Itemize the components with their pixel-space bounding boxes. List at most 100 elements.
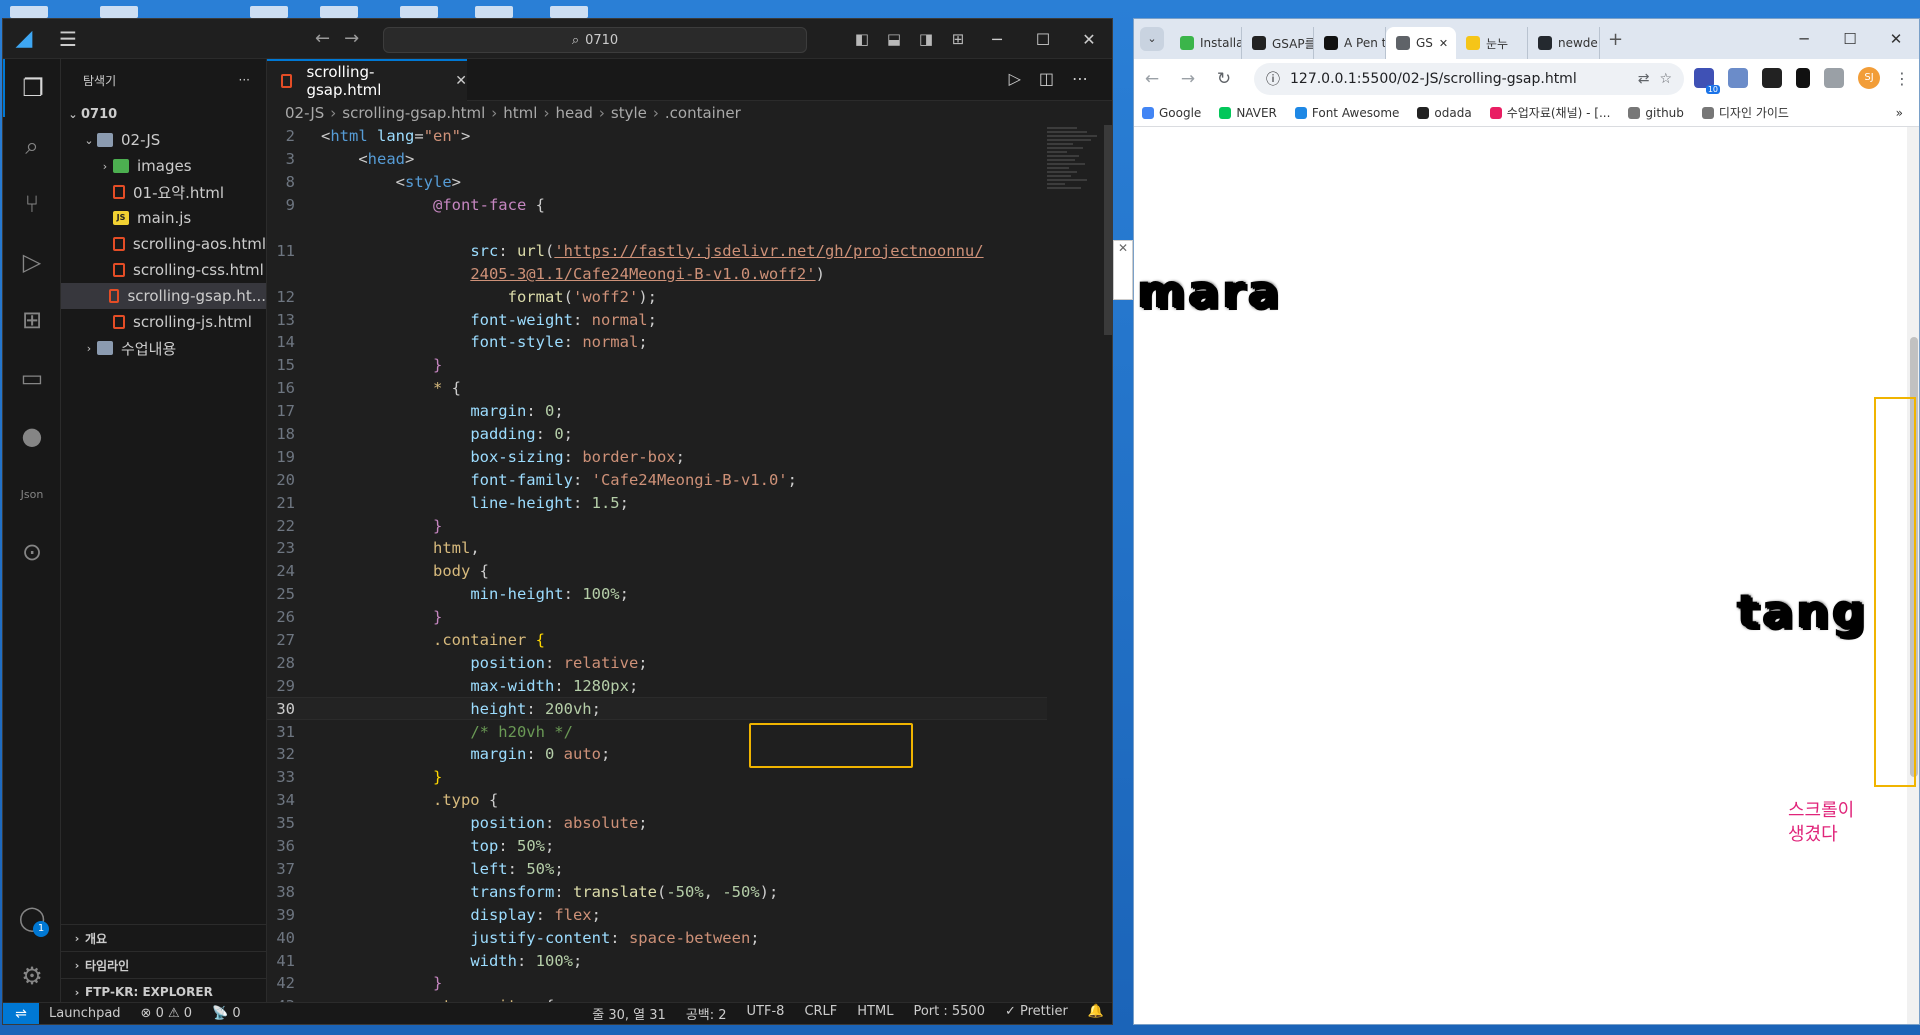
menu-icon[interactable]: ☰ — [59, 27, 85, 51]
bookmark-star-icon[interactable]: ☆ — [1659, 71, 1672, 87]
extension-icon[interactable] — [1728, 68, 1748, 88]
explorer-icon[interactable]: ❐ — [3, 59, 61, 117]
code-line[interactable]: 19 box-sizing: border-box; — [267, 445, 1047, 468]
extensions-icon[interactable]: ⊞ — [3, 291, 61, 349]
code-line[interactable]: 31 /* h20vh */ — [267, 720, 1047, 743]
code-line[interactable]: 36 top: 50%; — [267, 835, 1047, 858]
toggle-sidebar-icon[interactable]: ◧ — [846, 30, 878, 48]
browser-tab[interactable]: A Pen t — [1314, 27, 1386, 59]
code-line[interactable]: 9 @font-face { — [267, 194, 1047, 217]
desktop-icon[interactable] — [550, 6, 588, 18]
code-line[interactable]: 41 width: 100%; — [267, 949, 1047, 972]
launchpad-status[interactable]: Launchpad — [39, 1006, 131, 1021]
prettier-status[interactable]: ✓ Prettier — [995, 1004, 1078, 1023]
file-tree-item[interactable]: ⌄ 02-JS — [61, 127, 266, 153]
more-actions-icon[interactable]: ··· — [239, 73, 250, 87]
code-line[interactable]: 13 font-weight: normal; — [267, 308, 1047, 331]
side-panel-close[interactable]: ✕ — [1113, 240, 1133, 300]
file-tree-item[interactable]: scrolling-js.html — [61, 309, 266, 335]
search-icon[interactable]: ⌕ — [3, 117, 61, 175]
problems-status[interactable]: ⊗ 0 ⚠ 0 — [131, 1006, 203, 1021]
file-tree-item[interactable]: scrolling-css.html — [61, 257, 266, 283]
extensions-puzzle-icon[interactable] — [1824, 68, 1844, 88]
code-line[interactable]: 20 font-family: 'Cafe24Meongi-B-v1.0'; — [267, 468, 1047, 491]
code-line[interactable]: 12 format('woff2'); — [267, 285, 1047, 308]
maximize-button[interactable]: ☐ — [1827, 30, 1873, 48]
indentation-status[interactable]: 공백: 2 — [676, 1004, 737, 1023]
code-line[interactable]: 17 margin: 0; — [267, 400, 1047, 423]
maximize-button[interactable]: ☐ — [1020, 30, 1066, 49]
desktop-icon[interactable] — [400, 6, 438, 18]
eol-status[interactable]: CRLF — [794, 1004, 847, 1023]
site-info-icon[interactable]: ⓘ — [1266, 69, 1280, 89]
ports-status[interactable]: 📡 0 — [202, 1006, 251, 1021]
encoding-status[interactable]: UTF-8 — [737, 1004, 795, 1023]
code-line[interactable]: 34 .typo { — [267, 789, 1047, 812]
sidebar-section-header[interactable]: › FTP-KR: EXPLORER — [61, 978, 267, 1005]
json-icon[interactable]: Json — [3, 465, 61, 523]
translate-icon[interactable]: ⇄ — [1638, 71, 1650, 87]
extension-icon[interactable]: 10 — [1694, 68, 1720, 94]
code-line[interactable]: 2405-3@1.1/Cafe24Meongi-B-v1.0.woff2') — [267, 262, 1047, 285]
code-line[interactable]: 32 margin: 0 auto; — [267, 743, 1047, 766]
code-line[interactable]: 21 line-height: 1.5; — [267, 491, 1047, 514]
code-line[interactable]: 30 height: 200vh; — [267, 697, 1047, 721]
code-line[interactable] — [267, 217, 1047, 240]
close-button[interactable]: ✕ — [1066, 30, 1112, 49]
run-icon[interactable]: ▷ — [1009, 69, 1039, 88]
file-tree-item[interactable]: scrolling-aos.html — [61, 231, 266, 257]
breadcrumb-item[interactable]: html — [503, 104, 537, 122]
github-icon[interactable]: ● — [3, 407, 61, 465]
code-line[interactable]: 39 display: flex; — [267, 903, 1047, 926]
browser-tab[interactable]: Installa — [1170, 27, 1242, 59]
sidebar-section-header[interactable]: › 개요 — [61, 924, 267, 951]
code-line[interactable]: 27 .container { — [267, 629, 1047, 652]
address-bar[interactable]: ⓘ 127.0.0.1:5500/02-JS/scrolling-gsap.ht… — [1254, 63, 1684, 95]
tab-search-icon[interactable]: ⌄ — [1140, 27, 1164, 51]
code-line[interactable]: 35 position: absolute; — [267, 812, 1047, 835]
live-server-port[interactable]: Port : 5500 — [903, 1004, 995, 1023]
file-tree-item[interactable]: 01-요약.html — [61, 179, 266, 205]
reload-icon[interactable]: ↻ — [1206, 69, 1242, 89]
code-line[interactable]: 16 * { — [267, 377, 1047, 400]
back-icon[interactable]: ← — [1134, 69, 1170, 89]
remote-indicator-icon[interactable]: ⇌ — [3, 1002, 39, 1024]
bookmark-item[interactable]: Font Awesome — [1294, 106, 1399, 120]
cursor-position[interactable]: 줄 30, 열 31 — [582, 1004, 676, 1023]
breadcrumb-item[interactable]: head — [555, 104, 592, 122]
code-line[interactable]: 22 } — [267, 514, 1047, 537]
git-graph-icon[interactable]: ⊙ — [3, 523, 61, 581]
code-line[interactable]: 2 <html lang="en"> — [267, 125, 1047, 148]
minimize-button[interactable]: ─ — [974, 30, 1020, 49]
toggle-secondary-sidebar-icon[interactable]: ◨ — [910, 30, 942, 48]
code-line[interactable]: 24 body { — [267, 560, 1047, 583]
account-icon[interactable]: ◯ 1 — [3, 889, 61, 947]
bookmark-item[interactable]: Google — [1142, 106, 1201, 120]
code-line[interactable]: 14 font-style: normal; — [267, 331, 1047, 354]
nav-arrows[interactable]: ←→ — [315, 28, 373, 49]
forward-icon[interactable]: → — [1170, 69, 1206, 89]
desktop-icon[interactable] — [475, 6, 513, 18]
editor-tab[interactable]: scrolling-gsap.html ✕ — [267, 59, 467, 101]
bookmarks-overflow-icon[interactable]: » — [1896, 106, 1903, 120]
breadcrumb-item[interactable]: scrolling-gsap.html — [342, 104, 485, 122]
minimize-button[interactable]: ─ — [1781, 30, 1827, 48]
notifications-icon[interactable]: 🔔 — [1078, 1004, 1112, 1023]
command-center-search[interactable]: ⌕ 0710 — [383, 27, 807, 53]
code-line[interactable]: 23 html, — [267, 537, 1047, 560]
breadcrumb-item[interactable]: style — [611, 104, 647, 122]
language-status[interactable]: HTML — [847, 1004, 903, 1023]
desktop-icon[interactable] — [250, 6, 288, 18]
new-tab-icon[interactable]: + — [1608, 29, 1623, 50]
sidebar-section-header[interactable]: › 타임라인 — [61, 951, 267, 978]
code-line[interactable]: 33 } — [267, 766, 1047, 789]
code-line[interactable]: 28 position: relative; — [267, 651, 1047, 674]
more-actions-icon[interactable]: ⋯ — [1072, 69, 1106, 88]
desktop-icon[interactable] — [320, 6, 358, 18]
extension-icon[interactable] — [1762, 68, 1782, 88]
code-editor[interactable]: 2 <html lang="en"> 3 <head> 8 <style> 9 @fon… — [267, 125, 1047, 1005]
code-line[interactable]: 42 } — [267, 972, 1047, 995]
browser-tab[interactable]: 눈누 — [1456, 27, 1528, 59]
run-debug-icon[interactable]: ▷ — [3, 233, 61, 291]
toggle-panel-icon[interactable]: ⬓ — [878, 30, 910, 48]
